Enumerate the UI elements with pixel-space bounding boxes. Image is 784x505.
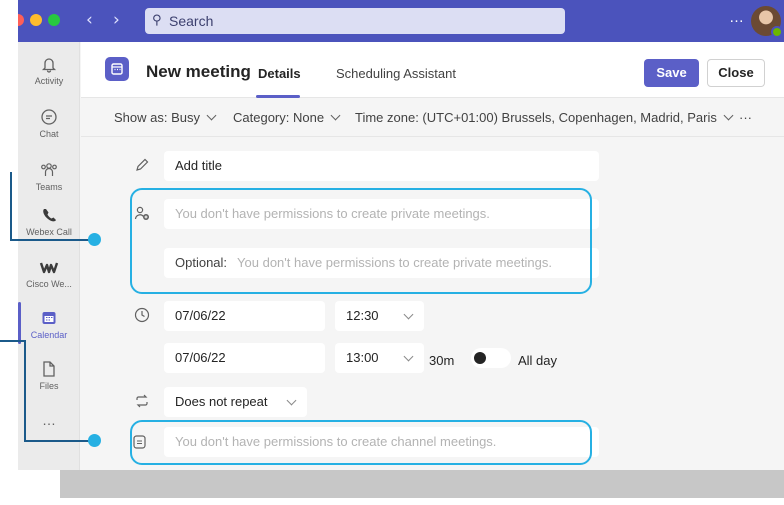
close-window-button[interactable] <box>18 14 24 26</box>
end-time-value: 13:00 <box>346 350 379 365</box>
calendar-icon <box>42 312 56 324</box>
more-options-button[interactable]: ··· <box>739 110 752 125</box>
title-bar: ‹ › ⚲ Search … <box>18 0 784 42</box>
start-date-field[interactable]: 07/06/22 <box>164 301 325 331</box>
cisco-webex-icon <box>39 262 59 274</box>
all-day-toggle[interactable] <box>471 348 511 368</box>
zoom-window-button[interactable] <box>48 14 60 26</box>
show-as-dropdown[interactable]: Show as: Busy <box>114 110 217 125</box>
time-zone-dropdown[interactable]: Time zone: (UTC+01:00) Brussels, Copenha… <box>355 110 734 125</box>
bottom-shadow-strip <box>60 470 784 498</box>
more-apps-icon[interactable]: … <box>18 412 80 428</box>
clock-icon <box>134 307 150 323</box>
pencil-icon <box>136 158 149 171</box>
avatar[interactable] <box>751 6 783 38</box>
minimize-window-button[interactable] <box>30 14 42 26</box>
rail-item-label: Cisco We... <box>26 279 72 289</box>
private-meetings-callout <box>130 188 592 294</box>
chevron-down-icon <box>723 110 734 121</box>
search-icon: ⚲ <box>152 13 162 28</box>
end-time-dropdown[interactable]: 13:00 <box>335 343 424 373</box>
title-field[interactable]: Add title <box>164 151 599 181</box>
end-date-field[interactable]: 07/06/22 <box>164 343 325 373</box>
search-placeholder: Search <box>169 13 214 29</box>
channel-meetings-callout <box>130 420 592 465</box>
chevron-down-icon <box>206 110 217 121</box>
calendar-app-icon <box>105 57 129 81</box>
meeting-options-bar: Show as: Busy Category: None Time zone: … <box>81 99 784 137</box>
rail-item-webex-call[interactable]: Webex Call <box>18 205 80 237</box>
close-button[interactable]: Close <box>707 59 765 87</box>
webex-call-icon <box>43 209 56 222</box>
chevron-down-icon <box>286 395 297 406</box>
tab-details[interactable]: Details <box>258 66 301 81</box>
stage: ‹ › ⚲ Search … Activity Chat Teams Webex… <box>0 0 784 505</box>
chevron-down-icon <box>403 309 414 320</box>
presence-available-icon <box>771 26 783 38</box>
more-options-icon[interactable]: … <box>729 9 745 26</box>
start-time-dropdown[interactable]: 12:30 <box>335 301 424 331</box>
category-value: Category: None <box>233 110 325 125</box>
chevron-down-icon <box>330 110 341 121</box>
chat-icon <box>41 109 57 125</box>
callout-dot <box>88 233 101 246</box>
callout-line <box>0 340 26 342</box>
back-arrow-icon[interactable]: ‹ <box>86 10 93 30</box>
repeat-value: Does not repeat <box>175 394 268 409</box>
rail-item-teams[interactable]: Teams <box>18 160 80 192</box>
rail-item-label: Calendar <box>30 330 68 340</box>
teams-icon <box>41 163 57 176</box>
category-dropdown[interactable]: Category: None <box>233 110 341 125</box>
rail-item-activity[interactable]: Activity <box>18 54 80 86</box>
callout-dot <box>88 434 101 447</box>
repeat-dropdown[interactable]: Does not repeat <box>164 387 307 417</box>
rail-item-label: Activity <box>34 76 64 86</box>
file-icon <box>43 361 55 377</box>
meeting-header: New meeting Details Scheduling Assistant… <box>81 42 784 98</box>
rail-item-label: Chat <box>39 129 59 139</box>
tab-scheduling-assistant[interactable]: Scheduling Assistant <box>336 66 456 81</box>
repeat-icon <box>136 394 148 408</box>
rail-item-label: Teams <box>35 182 63 192</box>
callout-line <box>10 172 12 240</box>
app-rail: Activity Chat Teams Webex Call Cisco We.… <box>18 42 80 470</box>
bottom-shadow-band <box>0 470 784 505</box>
callout-line <box>10 239 94 241</box>
all-day-label: All day <box>518 353 558 368</box>
toggle-knob <box>474 352 486 364</box>
callout-line <box>24 440 94 442</box>
rail-item-label: Files <box>39 381 59 391</box>
rail-item-files[interactable]: Files <box>18 359 80 391</box>
show-as-value: Show as: Busy <box>114 110 200 125</box>
duration-label: 30m <box>429 353 455 368</box>
forward-arrow-icon[interactable]: › <box>113 10 120 30</box>
active-tab-indicator <box>256 95 300 98</box>
page-title: New meeting <box>146 62 251 81</box>
calendar-glyph-icon <box>111 63 123 75</box>
callout-line <box>24 340 26 441</box>
chevron-down-icon <box>403 351 414 362</box>
start-time-value: 12:30 <box>346 308 379 323</box>
rail-item-calendar[interactable]: Calendar <box>18 302 80 344</box>
time-zone-value: Time zone: (UTC+01:00) Brussels, Copenha… <box>355 110 717 125</box>
search-input[interactable]: ⚲ Search <box>145 8 565 34</box>
rail-item-label: Webex Call <box>26 227 72 237</box>
rail-item-chat[interactable]: Chat <box>18 107 80 139</box>
save-button[interactable]: Save <box>644 59 699 87</box>
bell-icon <box>41 58 57 73</box>
rail-item-cisco-webex[interactable]: Cisco We... <box>18 257 80 289</box>
